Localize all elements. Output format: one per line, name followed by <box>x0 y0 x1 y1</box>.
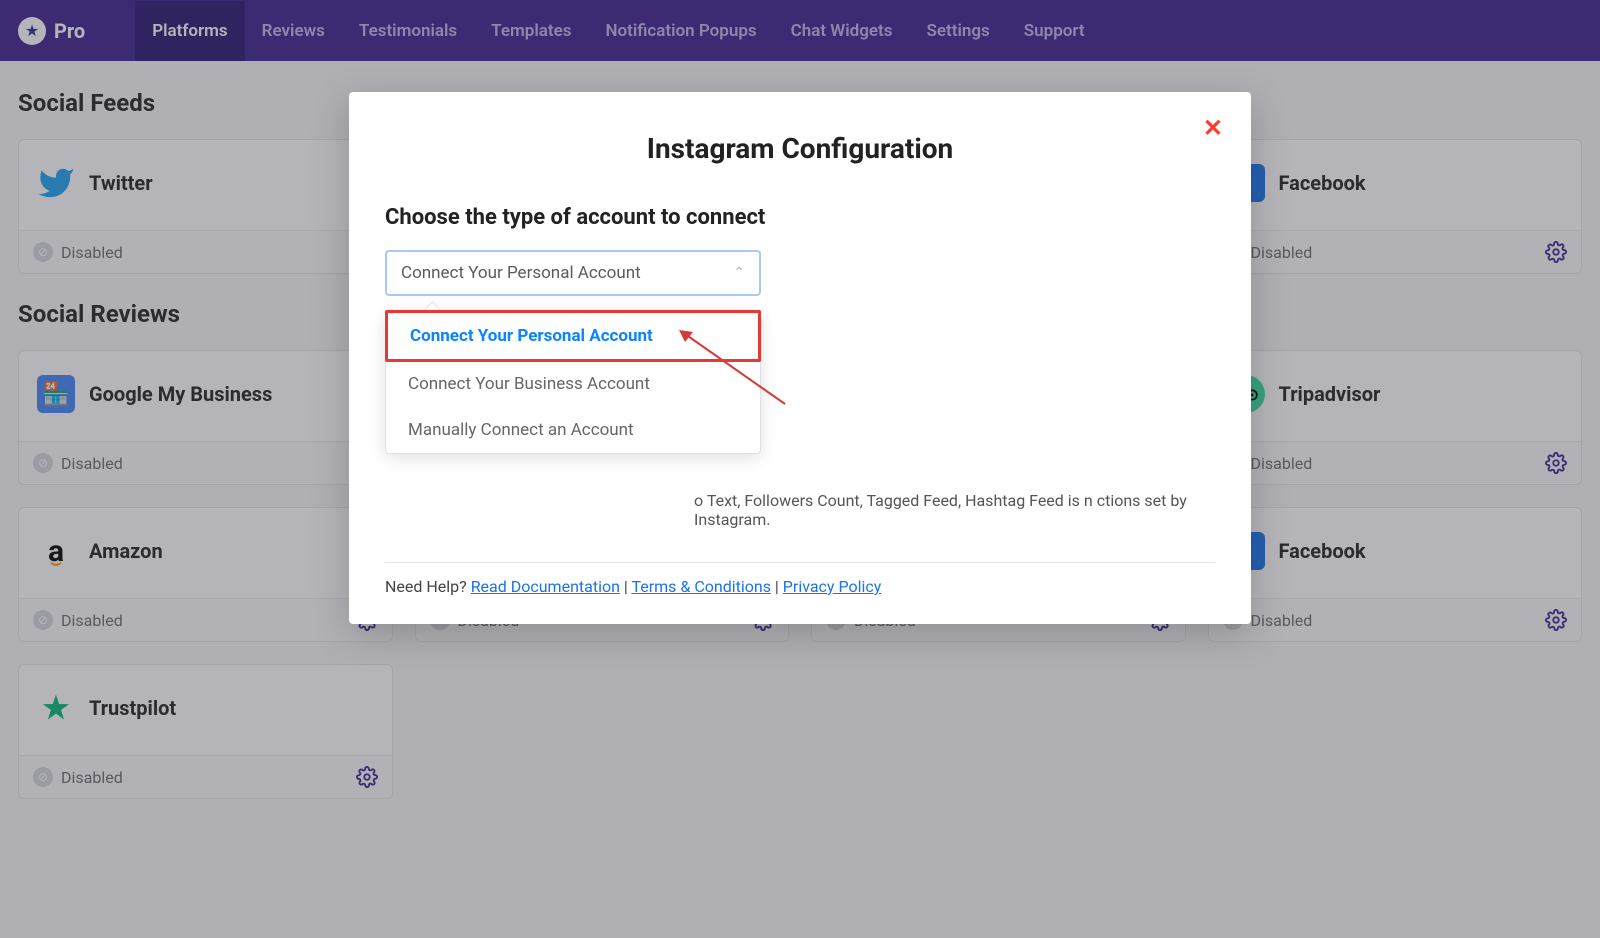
dropdown-option-personal[interactable]: Connect Your Personal Account <box>385 310 761 362</box>
modal-subtitle: Choose the type of account to connect <box>385 205 1215 230</box>
close-icon[interactable]: ✕ <box>1203 114 1223 142</box>
dropdown-option-business[interactable]: Connect Your Business Account <box>386 361 760 407</box>
help-line: Need Help? Read Documentation | Terms & … <box>385 577 1215 596</box>
account-hint: o Text, Followers Count, Tagged Feed, Ha… <box>385 472 1215 563</box>
link-read-docs[interactable]: Read Documentation <box>471 577 620 596</box>
link-terms[interactable]: Terms & Conditions <box>631 577 771 596</box>
chevron-up-icon: ⌃ <box>733 265 745 281</box>
modal-title: Instagram Configuration <box>385 132 1215 165</box>
select-value: Connect Your Personal Account <box>401 263 641 283</box>
modal-overlay: ✕ Instagram Configuration Choose the typ… <box>0 0 1600 938</box>
account-type-dropdown: Connect Your Personal Account Connect Yo… <box>385 310 761 454</box>
link-privacy[interactable]: Privacy Policy <box>783 577 882 596</box>
account-type-select[interactable]: Connect Your Personal Account ⌃ <box>385 250 761 296</box>
instagram-config-modal: ✕ Instagram Configuration Choose the typ… <box>349 92 1251 624</box>
dropdown-option-manual[interactable]: Manually Connect an Account <box>386 407 760 453</box>
